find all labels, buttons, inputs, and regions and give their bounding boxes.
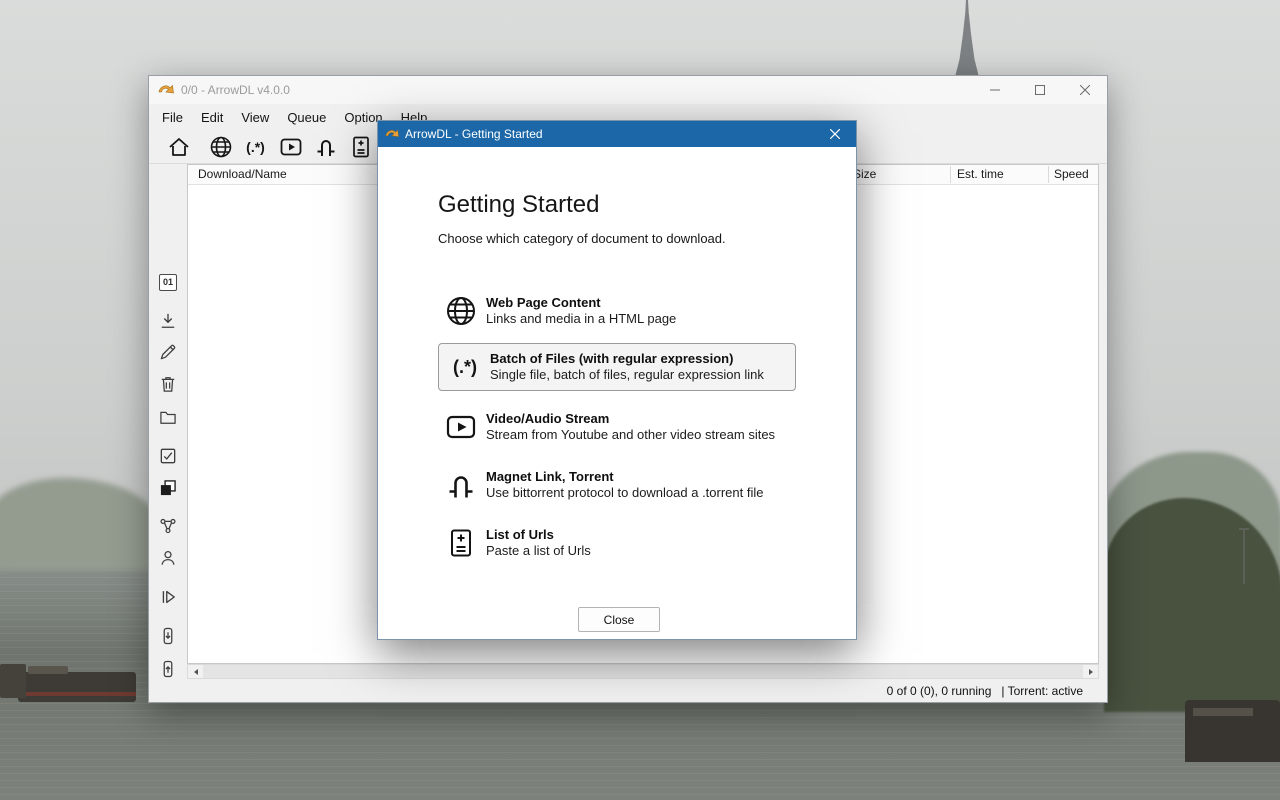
boat	[0, 664, 26, 698]
select-all-icon[interactable]	[155, 443, 181, 469]
street-lamp	[1243, 528, 1245, 584]
app-icon	[158, 82, 174, 98]
regex-batch-icon[interactable]: (.*)	[242, 134, 269, 161]
option-list-of-urls[interactable]: List of Urls Paste a list of Urls	[444, 525, 591, 561]
option-desc: Use bittorrent protocol to download a .t…	[486, 485, 763, 501]
dialog-title: ArrowDL - Getting Started	[405, 127, 543, 141]
column-separator[interactable]	[1048, 166, 1049, 183]
option-web-page-content[interactable]: Web Page Content Links and media in a HT…	[444, 293, 676, 329]
tree-line-right	[1104, 498, 1280, 712]
import-file-icon[interactable]	[155, 623, 181, 649]
globe-icon	[444, 294, 478, 328]
horizontal-scrollbar	[187, 664, 1099, 679]
option-desc: Links and media in a HTML page	[486, 311, 676, 327]
network-nodes-icon[interactable]	[155, 513, 181, 539]
menu-queue[interactable]: Queue	[278, 106, 335, 129]
scroll-left-arrow[interactable]	[188, 665, 203, 678]
close-button[interactable]: Close	[578, 607, 660, 632]
magnet-torrent-icon[interactable]	[312, 134, 339, 161]
status-bar: 0 of 0 (0), 0 running | Torrent: active	[149, 679, 1107, 702]
left-sidebar: 01	[149, 164, 187, 679]
add-url-list-icon[interactable]	[347, 134, 374, 161]
web-page-icon[interactable]	[207, 134, 234, 161]
menu-file[interactable]: File	[153, 106, 192, 129]
option-desc: Stream from Youtube and other video stre…	[486, 427, 775, 443]
option-title: Magnet Link, Torrent	[486, 469, 763, 485]
boat	[1185, 700, 1280, 762]
title-bar: 0/0 - ArrowDL v4.0.0	[149, 76, 1107, 104]
scroll-right-arrow[interactable]	[1083, 665, 1098, 678]
window-controls	[972, 76, 1107, 104]
menu-view[interactable]: View	[232, 106, 278, 129]
scrollbar-thumb[interactable]	[203, 665, 1083, 678]
getting-started-dialog: ArrowDL - Getting Started Getting Starte…	[377, 120, 857, 640]
dialog-close-icon[interactable]	[814, 121, 856, 147]
option-magnet-torrent[interactable]: Magnet Link, Torrent Use bittorrent prot…	[444, 467, 763, 503]
option-desc: Paste a list of Urls	[486, 543, 591, 559]
status-torrent: | Torrent: active	[1001, 684, 1083, 698]
dialog-title-bar: ArrowDL - Getting Started	[378, 121, 856, 147]
column-separator[interactable]	[950, 166, 951, 183]
option-batch-of-files[interactable]: (.*) Batch of Files (with regular expres…	[438, 343, 796, 391]
app-icon	[385, 127, 399, 141]
boat	[18, 672, 136, 702]
column-speed[interactable]: Speed	[1054, 167, 1089, 181]
maximize-button[interactable]	[1017, 76, 1062, 104]
video-icon	[444, 410, 478, 444]
option-video-audio-stream[interactable]: Video/Audio Stream Stream from Youtube a…	[444, 409, 775, 445]
column-est-time[interactable]: Est. time	[957, 167, 1004, 181]
minimize-button[interactable]	[972, 76, 1017, 104]
window-title: 0/0 - ArrowDL v4.0.0	[181, 83, 290, 97]
status-summary: 0 of 0 (0), 0 running	[887, 684, 992, 698]
option-title: Video/Audio Stream	[486, 411, 775, 427]
regex-icon: (.*)	[448, 350, 482, 384]
url-list-icon	[444, 526, 478, 560]
open-folder-icon[interactable]	[155, 404, 181, 430]
option-title: Web Page Content	[486, 295, 676, 311]
menu-edit[interactable]: Edit	[192, 106, 232, 129]
video-stream-icon[interactable]	[277, 134, 304, 161]
queue-icon[interactable]: 01	[155, 269, 181, 295]
profile-icon[interactable]	[155, 545, 181, 571]
resume-icon[interactable]	[155, 584, 181, 610]
column-download-name[interactable]: Download/Name	[198, 167, 287, 181]
option-desc: Single file, batch of files, regular exp…	[490, 367, 764, 383]
close-button[interactable]	[1062, 76, 1107, 104]
dialog-subtitle: Choose which category of document to dow…	[438, 231, 726, 246]
remove-icon[interactable]	[155, 371, 181, 397]
download-icon[interactable]	[155, 308, 181, 334]
overlay-layers-icon[interactable]	[155, 475, 181, 501]
option-title: Batch of Files (with regular expression)	[490, 351, 764, 367]
edit-icon[interactable]	[155, 339, 181, 365]
option-title: List of Urls	[486, 527, 591, 543]
home-icon[interactable]	[165, 134, 192, 161]
magnet-icon	[444, 468, 478, 502]
dialog-heading: Getting Started	[438, 191, 599, 219]
